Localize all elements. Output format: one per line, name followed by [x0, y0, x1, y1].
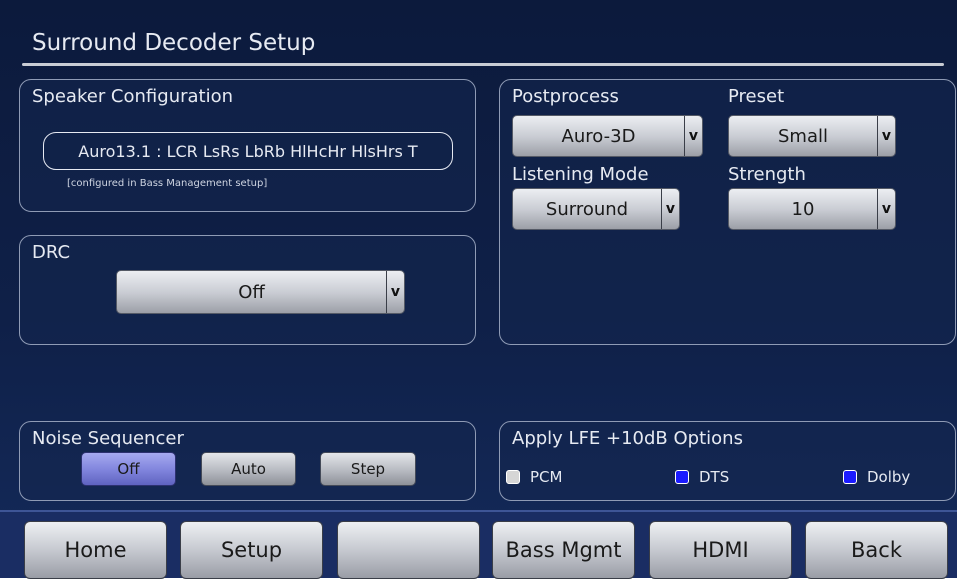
drc-title: DRC — [32, 242, 71, 263]
back-button[interactable]: Back — [805, 521, 948, 579]
strength-dropdown[interactable]: 10 v — [728, 188, 896, 230]
surround-decoder-screen: Surround Decoder Setup Speaker Configura… — [0, 0, 957, 579]
chevron-down-icon: v — [684, 116, 702, 156]
hdmi-button[interactable]: HDMI — [649, 521, 792, 579]
chevron-down-icon: v — [386, 271, 404, 313]
lfe-dolby-option[interactable]: Dolby — [843, 468, 910, 486]
pcm-checkbox[interactable] — [506, 470, 520, 484]
listening-mode-value: Surround — [545, 198, 629, 220]
strength-value: 10 — [791, 198, 815, 220]
noise-auto-button[interactable]: Auto — [201, 452, 296, 486]
listening-mode-label: Listening Mode — [512, 164, 649, 185]
chevron-down-icon: v — [877, 116, 895, 156]
speaker-config-panel: Speaker Configuration Auro13.1 : LCR LsR… — [19, 79, 476, 212]
blank-button[interactable] — [337, 521, 480, 579]
drc-value: Off — [238, 281, 265, 303]
postprocess-panel: Postprocess Preset Auro-3D v Small v Lis… — [499, 79, 956, 345]
listening-mode-dropdown[interactable]: Surround v — [512, 188, 680, 230]
preset-label: Preset — [728, 86, 785, 107]
page-title: Surround Decoder Setup — [32, 30, 316, 56]
pcm-label: PCM — [530, 468, 563, 486]
title-divider — [22, 63, 944, 66]
postprocess-label: Postprocess — [512, 86, 619, 107]
lfe-dts-option[interactable]: DTS — [675, 468, 729, 486]
speaker-config-note: [configured in Bass Management setup] — [67, 178, 268, 189]
preset-value: Small — [778, 125, 828, 147]
lfe-options-panel: Apply LFE +10dB Options PCM DTS Dolby — [499, 421, 956, 501]
home-button[interactable]: Home — [24, 521, 167, 579]
lfe-pcm-option[interactable]: PCM — [506, 468, 562, 486]
postprocess-value: Auro-3D — [561, 125, 636, 147]
speaker-config-title: Speaker Configuration — [32, 86, 234, 107]
postprocess-dropdown[interactable]: Auro-3D v — [512, 115, 703, 157]
drc-panel: DRC Off v — [19, 235, 476, 345]
setup-button[interactable]: Setup — [180, 521, 323, 579]
drc-dropdown[interactable]: Off v — [116, 270, 405, 314]
noise-off-button[interactable]: Off — [81, 452, 176, 486]
dolby-label: Dolby — [867, 468, 911, 486]
dts-label: DTS — [699, 468, 730, 486]
dts-checkbox[interactable] — [675, 470, 689, 484]
lfe-options-title: Apply LFE +10dB Options — [512, 428, 743, 449]
chevron-down-icon: v — [661, 189, 679, 229]
strength-label: Strength — [728, 164, 806, 185]
bottom-nav-bar: Home Setup Bass Mgmt HDMI Back — [0, 510, 957, 579]
chevron-down-icon: v — [877, 189, 895, 229]
dolby-checkbox[interactable] — [843, 470, 857, 484]
noise-sequencer-title: Noise Sequencer — [32, 428, 184, 449]
noise-sequencer-panel: Noise Sequencer Off Auto Step — [19, 421, 476, 501]
preset-dropdown[interactable]: Small v — [728, 115, 896, 157]
noise-step-button[interactable]: Step — [320, 452, 416, 486]
bass-mgmt-button[interactable]: Bass Mgmt — [492, 521, 635, 579]
speaker-config-value: Auro13.1 : LCR LsRs LbRb HlHcHr HlsHrs T — [43, 132, 453, 170]
